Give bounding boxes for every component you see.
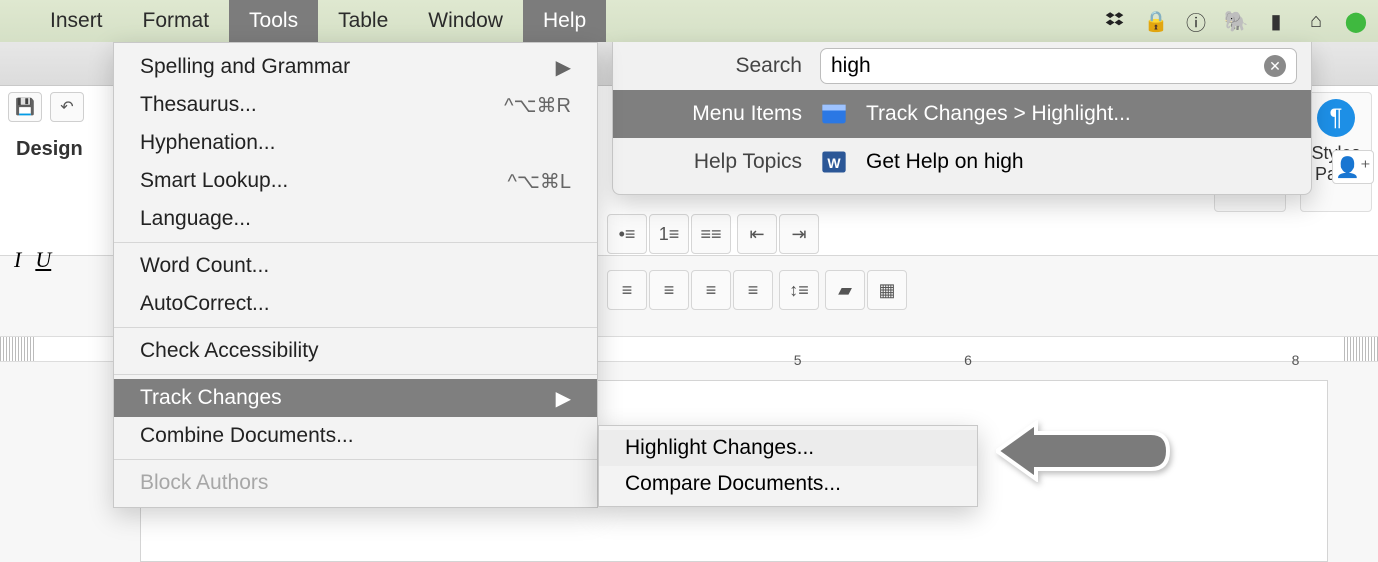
menu-item-label: Track Changes: [140, 386, 282, 410]
tools-dropdown: Spelling and Grammar ▶ Thesaurus... ^⌥⌘R…: [113, 42, 598, 508]
menu-item-language[interactable]: Language...: [114, 200, 597, 238]
menu-item-block-authors: Block Authors: [114, 464, 597, 502]
help-result-text: Get Help on high: [866, 150, 1024, 174]
menu-item-label: Hyphenation...: [140, 131, 275, 155]
borders-icon[interactable]: ▦: [867, 270, 907, 310]
menubar-tray: 🔒 ⓘ 🐘 ▮ ⌂ ⬤: [1104, 0, 1368, 42]
menu-result-icon: [820, 101, 848, 127]
help-result-topic[interactable]: Help Topics W Get Help on high: [613, 138, 1311, 186]
help-search-label: Search: [627, 54, 802, 78]
ruler-mark: 8: [1292, 352, 1300, 368]
status-green-icon[interactable]: ⬤: [1344, 9, 1368, 33]
svg-text:W: W: [827, 155, 841, 171]
bullets-icon[interactable]: •≡: [607, 214, 647, 254]
menu-item-shortcut: ^⌥⌘L: [507, 169, 571, 194]
line-spacing-icon[interactable]: ↕≡: [779, 270, 819, 310]
justify-icon[interactable]: ≡: [733, 270, 773, 310]
menu-item-label: Combine Documents...: [140, 424, 354, 448]
multilevel-icon[interactable]: ≡≡: [691, 214, 731, 254]
menu-item-combine-documents[interactable]: Combine Documents...: [114, 417, 597, 455]
help-search-field[interactable]: ✕: [820, 48, 1297, 84]
menu-item-track-changes[interactable]: Track Changes ▶: [114, 379, 597, 417]
menu-item-word-count[interactable]: Word Count...: [114, 247, 597, 285]
menu-item-autocorrect[interactable]: AutoCorrect...: [114, 285, 597, 323]
menu-item-accessibility[interactable]: Check Accessibility: [114, 332, 597, 370]
menu-item-label: Word Count...: [140, 254, 269, 278]
styles-pane-icon: ¶: [1317, 99, 1355, 137]
indent-icon[interactable]: ⇥: [779, 214, 819, 254]
menu-tools[interactable]: Tools: [229, 0, 318, 42]
menu-item-label: Spelling and Grammar: [140, 55, 350, 79]
tab-design[interactable]: Design: [8, 132, 120, 167]
menu-help[interactable]: Help: [523, 0, 606, 42]
menu-item-hyphenation[interactable]: Hyphenation...: [114, 124, 597, 162]
ruler-edge-left: [0, 337, 34, 361]
menu-item-thesaurus[interactable]: Thesaurus... ^⌥⌘R: [114, 86, 597, 124]
help-result-text: Track Changes > Highlight...: [866, 102, 1131, 126]
lock-icon[interactable]: 🔒: [1144, 9, 1168, 33]
callout-arrow-icon: [996, 420, 1176, 482]
outdent-icon[interactable]: ⇤: [737, 214, 777, 254]
dropbox-icon[interactable]: [1104, 9, 1128, 33]
ruler-edge-right: [1344, 337, 1378, 361]
info-icon[interactable]: ⓘ: [1184, 9, 1208, 33]
help-result-menu-item[interactable]: Menu Items Track Changes > Highlight...: [613, 90, 1311, 138]
help-section-label: Menu Items: [627, 102, 802, 126]
track-changes-submenu: Highlight Changes... Compare Documents..…: [598, 425, 978, 507]
menu-item-spelling[interactable]: Spelling and Grammar ▶: [114, 48, 597, 86]
menu-item-label: Compare Documents...: [625, 472, 841, 496]
ruler-mark: 6: [964, 352, 972, 368]
menu-item-label: Thesaurus...: [140, 93, 257, 117]
menu-item-label: Check Accessibility: [140, 339, 319, 363]
menu-insert[interactable]: Insert: [30, 0, 123, 42]
save-icon[interactable]: 💾: [8, 92, 42, 122]
share-icon[interactable]: 👤⁺: [1332, 150, 1374, 184]
menu-separator: [114, 374, 597, 375]
submenu-arrow-icon: ▶: [556, 386, 571, 411]
menu-format[interactable]: Format: [123, 0, 230, 42]
battery-icon[interactable]: ▮: [1264, 9, 1288, 33]
help-section-label: Help Topics: [627, 150, 802, 174]
submenu-arrow-icon: ▶: [556, 55, 571, 80]
menu-item-shortcut: ^⌥⌘R: [504, 93, 571, 118]
numbering-icon[interactable]: 1≡: [649, 214, 689, 254]
submenu-item-compare-documents[interactable]: Compare Documents...: [599, 466, 977, 502]
menu-separator: [114, 327, 597, 328]
menu-item-label: Smart Lookup...: [140, 169, 288, 193]
ruler-mark: 5: [794, 352, 802, 368]
help-search-input[interactable]: [831, 54, 1264, 78]
underline-button[interactable]: U: [35, 247, 51, 273]
clear-search-icon[interactable]: ✕: [1264, 55, 1286, 77]
align-center-icon[interactable]: ≡: [649, 270, 689, 310]
word-app-icon: W: [820, 149, 848, 175]
undo-icon[interactable]: ↶: [50, 92, 84, 122]
home-icon[interactable]: ⌂: [1304, 9, 1328, 33]
menu-item-smart-lookup[interactable]: Smart Lookup... ^⌥⌘L: [114, 162, 597, 200]
submenu-item-highlight-changes[interactable]: Highlight Changes...: [599, 430, 977, 466]
menu-window[interactable]: Window: [408, 0, 523, 42]
evernote-icon[interactable]: 🐘: [1224, 9, 1248, 33]
help-search-panel: Search ✕ Menu Items Track Changes > High…: [612, 42, 1312, 195]
menu-separator: [114, 242, 597, 243]
menu-item-label: Highlight Changes...: [625, 436, 814, 460]
menu-table[interactable]: Table: [318, 0, 408, 42]
shading-icon[interactable]: ▰: [825, 270, 865, 310]
menu-item-label: AutoCorrect...: [140, 292, 270, 316]
menubar: Insert Format Tools Table Window Help 🔒 …: [0, 0, 1378, 42]
menu-separator: [114, 459, 597, 460]
menu-item-label: Language...: [140, 207, 251, 231]
menu-item-label: Block Authors: [140, 471, 268, 495]
align-right-icon[interactable]: ≡: [691, 270, 731, 310]
align-left-icon[interactable]: ≡: [607, 270, 647, 310]
italic-button[interactable]: I: [14, 247, 21, 273]
